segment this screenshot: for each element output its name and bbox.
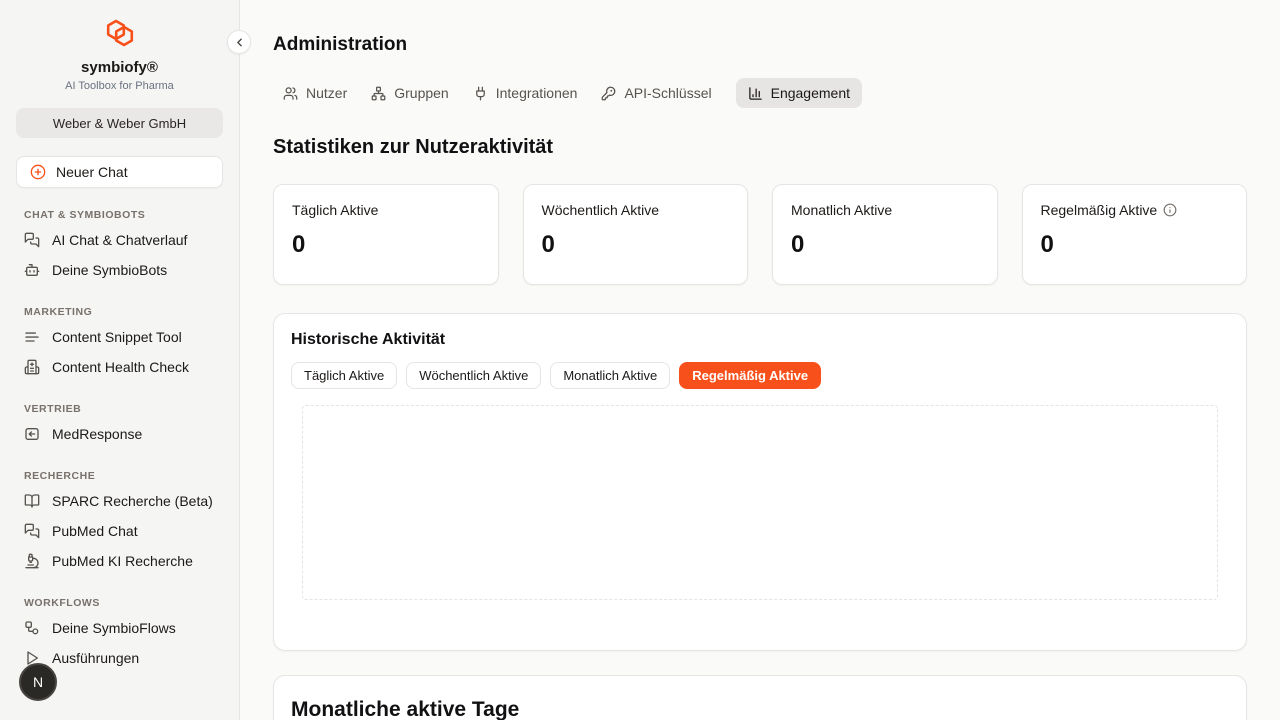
- tab-label: API-Schlüssel: [624, 85, 711, 101]
- brand-tagline: AI Toolbox for Pharma: [16, 80, 223, 92]
- stat-card-label: Regelmäßig Aktive: [1041, 202, 1229, 218]
- avatar-initial: N: [33, 674, 43, 690]
- sidebar-item-label: Content Health Check: [52, 359, 189, 375]
- sidebar-item-label: MedResponse: [52, 426, 142, 442]
- new-chat-label: Neuer Chat: [56, 164, 128, 180]
- page-title: Administration: [273, 34, 1247, 56]
- info-icon[interactable]: [1163, 203, 1177, 217]
- sidebar-item-content-snippet-tool[interactable]: Content Snippet Tool: [16, 322, 223, 352]
- sidebar-item-medresponse[interactable]: MedResponse: [16, 419, 223, 449]
- stat-card-value: 0: [1041, 231, 1229, 259]
- sidebar-collapse-button[interactable]: [227, 30, 251, 54]
- main-content: Administration Nutzer Gruppen Integratio…: [240, 0, 1280, 720]
- user-avatar[interactable]: N: [19, 663, 57, 701]
- stat-card-monatlich-aktive: Monatlich Aktive 0: [772, 184, 998, 285]
- stat-cards-row: Täglich Aktive 0 Wöchentlich Aktive 0 Mo…: [273, 184, 1247, 285]
- sidebar-item-label: SPARC Recherche (Beta): [52, 493, 213, 509]
- tab-nutzer[interactable]: Nutzer: [283, 78, 347, 108]
- admin-tabs: Nutzer Gruppen Integrationen API-Schlüss…: [273, 78, 1247, 108]
- sidebar: symbiofy® AI Toolbox for Pharma Weber & …: [0, 0, 240, 720]
- messages-square-icon: [24, 523, 40, 539]
- chart-column-icon: [748, 86, 763, 101]
- stat-card-label: Wöchentlich Aktive: [542, 202, 730, 218]
- brand-block: symbiofy® AI Toolbox for Pharma: [16, 18, 223, 92]
- sidebar-item-label: PubMed Chat: [52, 523, 138, 539]
- key-icon: [601, 86, 616, 101]
- monthly-active-days-panel: Monatliche aktive Tage: [273, 675, 1247, 720]
- filter-regelmaessig-aktive[interactable]: Regelmäßig Aktive: [679, 362, 821, 389]
- symbiofy-logo-icon: [100, 18, 140, 48]
- tab-api-schluessel[interactable]: API-Schlüssel: [601, 78, 711, 108]
- sidebar-item-ai-chat[interactable]: AI Chat & Chatverlauf: [16, 225, 223, 255]
- nav-section-label: MARKETING: [24, 306, 223, 318]
- app-window: symbiofy® AI Toolbox for Pharma Weber & …: [0, 0, 1280, 720]
- monthly-active-days-heading: Monatliche aktive Tage: [291, 698, 1229, 720]
- microscope-icon: [24, 553, 40, 569]
- historical-activity-heading: Historische Aktivität: [291, 331, 1229, 349]
- stat-card-value: 0: [292, 231, 480, 259]
- stat-card-label: Monatlich Aktive: [791, 202, 979, 218]
- chevron-left-icon: [233, 36, 246, 49]
- sidebar-item-symbiobots[interactable]: Deine SymbioBots: [16, 255, 223, 285]
- sidebar-item-sparc-recherche[interactable]: SPARC Recherche (Beta): [16, 486, 223, 516]
- sidebar-item-pubmed-ki-recherche[interactable]: PubMed KI Recherche: [16, 546, 223, 576]
- stat-card-value: 0: [542, 231, 730, 259]
- historical-activity-panel: Historische Aktivität Täglich Aktive Wöc…: [273, 313, 1247, 651]
- nav-section-label: CHAT & SYMBIOBOTS: [24, 209, 223, 221]
- sidebar-item-label: Deine SymbioBots: [52, 262, 167, 278]
- stats-heading: Statistiken zur Nutzeraktivität: [273, 136, 1247, 159]
- sidebar-item-pubmed-chat[interactable]: PubMed Chat: [16, 516, 223, 546]
- plus-circle-icon: [30, 164, 46, 180]
- tab-label: Engagement: [771, 85, 850, 101]
- plug-icon: [473, 86, 488, 101]
- stat-card-taeglich-aktive: Täglich Aktive 0: [273, 184, 499, 285]
- sidebar-item-symbioflows[interactable]: Deine SymbioFlows: [16, 613, 223, 643]
- company-selector-button[interactable]: Weber & Weber GmbH: [16, 108, 223, 138]
- tab-label: Gruppen: [394, 85, 448, 101]
- tab-gruppen[interactable]: Gruppen: [371, 78, 448, 108]
- stat-card-regelmaessig-aktive: Regelmäßig Aktive 0: [1022, 184, 1248, 285]
- new-chat-button[interactable]: Neuer Chat: [16, 156, 223, 188]
- bot-icon: [24, 262, 40, 278]
- tab-integrationen[interactable]: Integrationen: [473, 78, 578, 108]
- sidebar-item-label: AI Chat & Chatverlauf: [52, 232, 187, 248]
- sidebar-item-label: Deine SymbioFlows: [52, 620, 176, 636]
- nav-section-label: VERTRIEB: [24, 403, 223, 415]
- filter-woechentlich-aktive[interactable]: Wöchentlich Aktive: [406, 362, 541, 389]
- message-reply-icon: [24, 426, 40, 442]
- nav-section-label: WORKFLOWS: [24, 597, 223, 609]
- brand-name: symbiofy®: [16, 59, 223, 76]
- stat-card-woechentlich-aktive: Wöchentlich Aktive 0: [523, 184, 749, 285]
- book-open-icon: [24, 493, 40, 509]
- tab-label: Integrationen: [496, 85, 578, 101]
- activity-chart-empty-placeholder: [302, 405, 1218, 600]
- text-lines-icon: [24, 329, 40, 345]
- filter-taeglich-aktive[interactable]: Täglich Aktive: [291, 362, 397, 389]
- tab-label: Nutzer: [306, 85, 347, 101]
- stat-card-label: Täglich Aktive: [292, 202, 480, 218]
- messages-square-icon: [24, 232, 40, 248]
- stat-card-value: 0: [791, 231, 979, 259]
- network-icon: [371, 86, 386, 101]
- activity-filter-row: Täglich Aktive Wöchentlich Aktive Monatl…: [291, 362, 1229, 389]
- sidebar-item-label: PubMed KI Recherche: [52, 553, 193, 569]
- sidebar-item-content-health-check[interactable]: Content Health Check: [16, 352, 223, 382]
- sidebar-item-label: Ausführungen: [52, 650, 139, 666]
- sidebar-item-label: Content Snippet Tool: [52, 329, 182, 345]
- workflow-icon: [24, 620, 40, 636]
- nav-section-label: RECHERCHE: [24, 470, 223, 482]
- hospital-icon: [24, 359, 40, 375]
- filter-monatlich-aktive[interactable]: Monatlich Aktive: [550, 362, 670, 389]
- users-icon: [283, 86, 298, 101]
- tab-engagement[interactable]: Engagement: [736, 78, 862, 108]
